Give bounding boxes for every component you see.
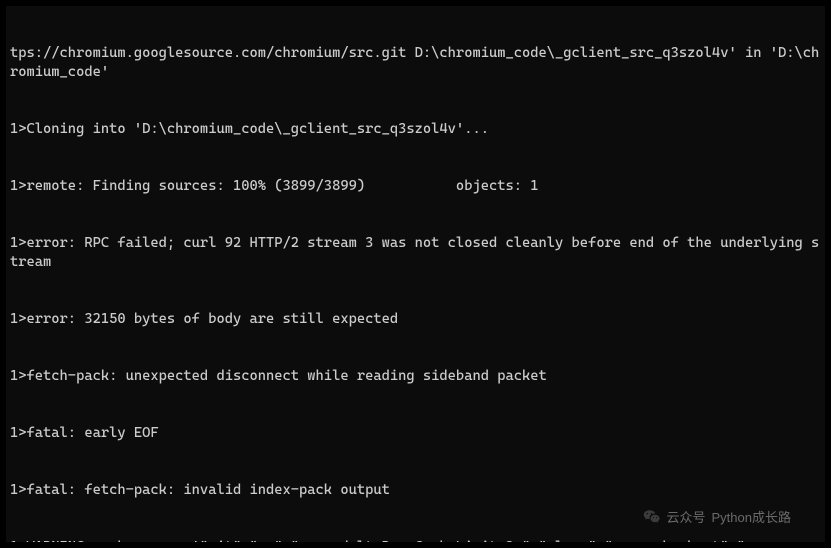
output-line: 1>remote: Finding sources: 100% (3899/38… — [10, 177, 821, 196]
output-line: 1>error: RPC failed; curl 92 HTTP/2 stre… — [10, 234, 821, 272]
output-line: 1>fetch-pack: unexpected disconnect whil… — [10, 367, 821, 386]
output-line: 1>error: 32150 bytes of body are still e… — [10, 310, 821, 329]
output-line: 1>fatal: early EOF — [10, 424, 821, 443]
output-line: tps://chromium.googlesource.com/chromium… — [10, 44, 821, 82]
output-line: 1>Cloning into 'D:\chromium_code\_gclien… — [10, 120, 821, 139]
output-line: 1>fatal: fetch-pack: invalid index-pack … — [10, 481, 821, 500]
terminal-output[interactable]: tps://chromium.googlesource.com/chromium… — [6, 6, 825, 542]
output-line: 1>WARNING: subprocess '"git" "-c" "core.… — [10, 538, 821, 542]
terminal-window: tps://chromium.googlesource.com/chromium… — [0, 0, 831, 548]
